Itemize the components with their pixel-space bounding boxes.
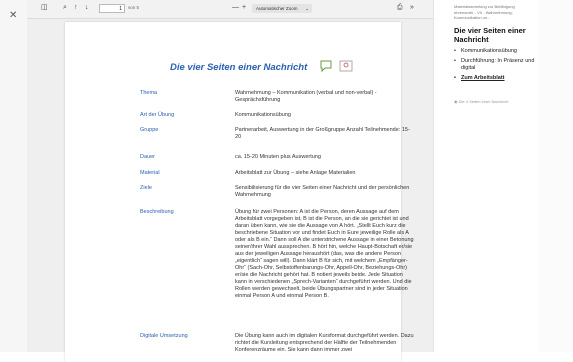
next-page-icon[interactable]: ↓ — [85, 3, 89, 13]
close-icon[interactable]: ✕ — [9, 10, 17, 21]
row-value-thema: Wahrnehmung – Kommunikation (verbal und … — [235, 90, 377, 103]
bullet-icon: ◉ — [454, 99, 458, 104]
zoom-label: Automatischer Zoom — [256, 6, 298, 11]
previous-page-icon[interactable]: ↑ — [74, 3, 78, 13]
left-panel: ✕ — [0, 0, 28, 352]
row-value-gruppe: Partnerarbeit, Auswertung in der Großgru… — [235, 127, 410, 140]
row-label-art: Art der Übung — [140, 112, 175, 118]
row-value-material: Arbeitsblatt zur Übung – siehe Anlage Ma… — [235, 170, 356, 176]
row-label-digitale-umsetzung: Digitale Umsetzung — [140, 333, 188, 339]
row-value-ziele: Sensibilisierung für die vier Seiten ein… — [235, 185, 410, 198]
outline-sidebar: Materialsammlung zur Befähigung ehrenamt… — [433, 0, 539, 352]
zoom-select[interactable]: Automatischer Zoom ⌄ — [252, 4, 312, 13]
zoom-in-button[interactable]: + — [242, 3, 246, 13]
chevron-down-icon: ⌄ — [305, 6, 309, 11]
sidebar-item-kommunikationsuebung[interactable]: Kommunikationsübung — [454, 48, 536, 56]
pdf-page: Die vier Seiten einer Nachricht Thema Wa… — [65, 22, 414, 362]
row-label-ziele: Ziele — [140, 185, 152, 191]
breadcrumb[interactable]: Materialsammlung zur Befähigung ehrenamt… — [454, 4, 536, 21]
row-label-beschreibung: Beschreibung — [140, 209, 174, 215]
document-title: Die vier Seiten einer Nachricht — [170, 62, 308, 73]
row-label-material: Material — [140, 170, 160, 176]
sidebar-item-arbeitsblatt[interactable]: Zum Arbeitsblatt — [454, 75, 536, 83]
page-number-input[interactable]: 1 — [99, 4, 125, 13]
sidebar-footer-link[interactable]: ◉ Die 4 Seiten einer Nachricht — [454, 99, 508, 104]
row-value-dauer: ca. 15-20 Minuten plus Auswertung — [235, 154, 321, 160]
page-count: von 5 — [128, 5, 140, 10]
print-icon[interactable]: ⎙ — [397, 3, 403, 13]
more-tools-icon[interactable]: » — [410, 3, 414, 13]
speech-bubble-icon — [320, 60, 332, 72]
row-value-beschreibung: Übung für zwei Personen: A ist die Perso… — [235, 209, 414, 299]
pdf-toolbar: ◫ ⌕ ↑ ↓ 1 von 5 — + Automatischer Zoom ⌄… — [27, 0, 433, 19]
row-label-gruppe: Gruppe — [140, 127, 159, 133]
row-label-dauer: Dauer — [140, 154, 155, 160]
sidebar-footer-label: Die 4 Seiten einer Nachricht — [458, 99, 509, 104]
sidebar-title: Die vier Seiten einer Nachricht — [454, 26, 526, 44]
sidebar-toggle-icon[interactable]: ◫ — [41, 3, 48, 13]
pdf-viewer: ◫ ⌕ ↑ ↓ 1 von 5 — + Automatischer Zoom ⌄… — [27, 0, 433, 362]
right-edge-panel — [539, 0, 573, 352]
sidebar-item-durchfuehrung[interactable]: Durchführung: In Präsenz und digital — [454, 58, 536, 73]
zoom-out-button[interactable]: — — [232, 3, 239, 13]
search-icon[interactable]: ⌕ — [63, 3, 67, 13]
row-value-art: Kommunikationsübung — [235, 112, 291, 118]
row-value-digitale-umsetzung: Die Übung kann auch im digitalen Kursfor… — [235, 333, 414, 353]
row-label-thema: Thema — [140, 90, 158, 96]
worksheet-icon — [339, 60, 353, 72]
sidebar-list: Kommunikationsübung Durchführung: In Prä… — [454, 48, 536, 84]
